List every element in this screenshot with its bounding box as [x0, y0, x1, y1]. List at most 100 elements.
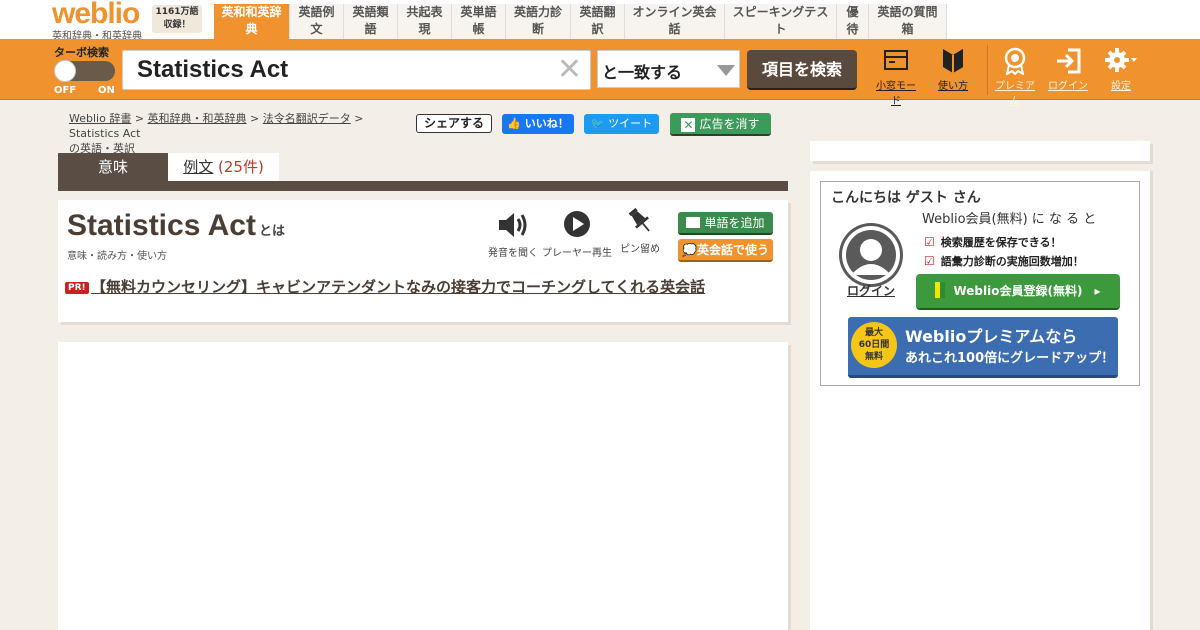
- toggle-on-label: ON: [98, 85, 115, 96]
- nav-wordbook[interactable]: 英単語帳: [452, 4, 506, 39]
- book-plus-icon: [686, 217, 701, 228]
- speech-bubble-icon: 💭: [682, 243, 697, 257]
- search-button[interactable]: 項目を検索: [747, 50, 857, 90]
- entry-subtitle: 意味・読み方・使い方: [67, 251, 167, 262]
- window-icon: [884, 50, 908, 70]
- breadcrumb-link-weblio[interactable]: Weblio 辞書: [69, 112, 131, 125]
- pin-icon: [628, 207, 650, 232]
- breadcrumb-link-dictionary[interactable]: 英和辞典・和英辞典: [148, 112, 247, 125]
- nav-collocations[interactable]: 共起表現: [398, 4, 452, 39]
- player-label: プレーヤー再生: [542, 248, 612, 259]
- small-window-label: 小窓モード: [876, 81, 916, 107]
- register-label: Weblio会員登録(無料): [953, 284, 1083, 298]
- tab-examples-label: 例文: [183, 158, 214, 176]
- ad-area: [58, 342, 788, 630]
- entry-headword: Statistics Act とは: [67, 209, 285, 243]
- premium-tool[interactable]: プレミアム: [991, 47, 1039, 107]
- breadcrumb-sep: >: [250, 112, 263, 125]
- login-label: ログイン: [1048, 81, 1088, 92]
- nav-translate[interactable]: 英語翻訳: [571, 4, 625, 39]
- benefit-item: ☑ 語彙力診断の実施回数増加！: [924, 253, 1084, 269]
- member-benefits-heading: Weblio会員(無料) に な る と: [922, 212, 1097, 227]
- eikaiwa-button[interactable]: 💭英会話で使う: [678, 239, 773, 262]
- sidebar-top-strip: [810, 141, 1150, 161]
- pin-label: ピン留め: [620, 244, 660, 255]
- headword-text: Statistics Act: [67, 209, 256, 242]
- search-bar: ターボ検索 OFF ON ✕ と一致する 項目を検索 小窓モード 使い方 プレミ…: [0, 39, 1200, 107]
- pr-ad-link[interactable]: 【無料カウンセリング】キャビンアテンダントなみの接客力でコーチングしてくれる英会…: [91, 276, 705, 297]
- checkbox-checked-icon: ☑: [924, 235, 935, 249]
- tab-examples[interactable]: 例文 (25件): [168, 153, 279, 181]
- avatar[interactable]: [839, 223, 903, 287]
- user-icon: [842, 226, 900, 284]
- tab-meaning[interactable]: 意味: [58, 153, 168, 181]
- weblio-logo[interactable]: weblio 英和辞典・和英辞典: [52, 0, 142, 42]
- remove-ads-button[interactable]: ✕ 広告を消す: [670, 113, 771, 136]
- clear-icon[interactable]: ✕: [557, 55, 582, 85]
- entry-card: Statistics Act とは 意味・読み方・使い方 発音を聞く プレーヤー再…: [58, 200, 788, 322]
- nav-online-eikaiwa[interactable]: オンライン英会話: [625, 4, 725, 39]
- benefit-label: 検索履歴を保存できる！: [940, 236, 1062, 249]
- premium-banner[interactable]: 最大 60日間 無料 Weblioプレミアムなら あれこれ100倍にグレードアッ…: [848, 317, 1118, 378]
- facebook-like-button[interactable]: 👍 いいね！: [502, 114, 574, 134]
- match-mode-select[interactable]: と一致する: [597, 50, 740, 88]
- tab-underbar: [58, 181, 788, 191]
- tab-examples-count: (25件): [218, 158, 264, 176]
- guest-greeting: こんにちは ゲスト さん: [831, 190, 981, 206]
- close-box-icon: ✕: [681, 117, 696, 132]
- search-input[interactable]: [137, 55, 547, 85]
- how-to-use-tool[interactable]: 使い方: [936, 47, 970, 92]
- player-action[interactable]: プレーヤー再生: [542, 210, 612, 259]
- share-button[interactable]: シェアする: [416, 114, 492, 133]
- pin-action[interactable]: ピン留め: [618, 206, 662, 255]
- nav-qa[interactable]: 英語の質問箱: [869, 4, 947, 39]
- thumbs-up-icon: 👍: [507, 117, 525, 130]
- checkbox-checked-icon: ☑: [924, 254, 935, 268]
- nav-diagnosis[interactable]: 英語力診断: [506, 4, 571, 39]
- add-word-button[interactable]: 単語を追加: [678, 212, 773, 235]
- badge-line3: 無料: [864, 352, 883, 362]
- nav-speaking-test[interactable]: スピーキングテスト: [725, 4, 837, 39]
- nav-examples[interactable]: 英語例文: [290, 4, 344, 39]
- settings-label: 設定: [1111, 81, 1131, 92]
- small-window-tool[interactable]: 小窓モード: [873, 47, 919, 107]
- add-word-label: 単語を追加: [704, 216, 765, 230]
- tweet-label: ツイート: [608, 117, 653, 130]
- breadcrumb-sep: >: [134, 112, 148, 125]
- service-nav: 英和和英辞典 英語例文 英語類語 共起表現 英単語帳 英語力診断 英語翻訳 オン…: [214, 4, 947, 39]
- medal-icon: [1004, 47, 1026, 75]
- benefit-item: ☑ 検索履歴を保存できる！: [924, 234, 1062, 250]
- turbo-search-toggle[interactable]: [54, 60, 115, 82]
- premium-label: プレミアム: [995, 81, 1035, 107]
- breadcrumb-link-law-names[interactable]: 法令名翻訳データ: [263, 112, 351, 125]
- breadcrumb-current: Statistics Act: [69, 127, 141, 140]
- tool-divider: [987, 45, 988, 95]
- word-count-badge: 1161万語 収録！: [152, 5, 202, 33]
- nav-eiwa-waei[interactable]: 英和和英辞典: [214, 4, 290, 39]
- toggle-knob[interactable]: [54, 60, 76, 82]
- free-trial-badge: 最大 60日間 無料: [851, 322, 897, 368]
- nav-benefits[interactable]: 優待: [837, 4, 869, 39]
- headword-suffix: とは: [258, 223, 285, 238]
- register-button[interactable]: Weblio会員登録(無料) ▸: [916, 274, 1120, 310]
- eikaiwa-label: 英会話で使う: [696, 243, 769, 257]
- remove-ads-label: 広告を消す: [699, 117, 760, 131]
- how-to-use-label: 使い方: [938, 81, 968, 92]
- gear-icon: [1105, 48, 1137, 72]
- sidebar-login-link[interactable]: ログイン: [847, 282, 895, 299]
- tweet-button[interactable]: 🐦 ツイート: [584, 114, 659, 134]
- badge-line1: 最大: [864, 328, 883, 338]
- settings-tool[interactable]: 設定: [1104, 47, 1138, 92]
- twitter-bird-icon: 🐦: [590, 117, 609, 130]
- login-tool[interactable]: ログイン: [1048, 47, 1088, 92]
- like-label: いいね！: [524, 117, 569, 130]
- nav-thesaurus[interactable]: 英語類語: [344, 4, 398, 39]
- pr-badge: PR!: [65, 282, 89, 294]
- benefit-label: 語彙力診断の実施回数増加！: [940, 255, 1084, 268]
- word-count-line1: 1161万語: [155, 7, 199, 17]
- login-icon: [1057, 48, 1081, 74]
- logo-text[interactable]: weblio: [52, 0, 142, 29]
- pronounce-action[interactable]: 発音を聞く: [487, 210, 539, 259]
- premium-line2: あれこれ100倍にグレードアップ！: [905, 351, 1115, 366]
- badge-line2: 60日間: [858, 340, 890, 350]
